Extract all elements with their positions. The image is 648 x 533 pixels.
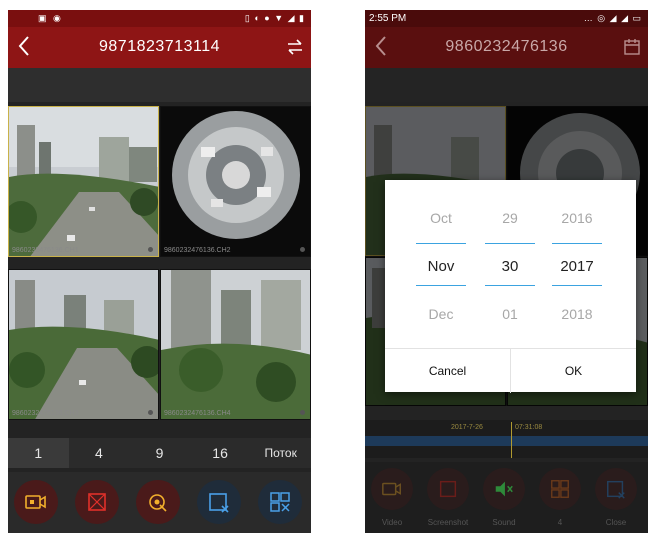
cancel-button[interactable]: Cancel [385, 349, 510, 393]
split-selector: 1 4 9 16 Поток [8, 438, 311, 468]
split-option-4[interactable]: 4 [69, 438, 130, 468]
camera-tile-ch1[interactable]: 986023247613​6.CH1 [8, 106, 159, 257]
video-record-icon [25, 495, 46, 509]
notification-icons: ▣ ◉ [38, 13, 63, 23]
title-bar: 9871823713114 [8, 27, 311, 68]
video-button[interactable] [371, 468, 413, 510]
playback-screen: 2:55 PM … ◎ ◢ ◢ ▭ 9860232476136 2017-7-2… [365, 10, 648, 533]
year-prev[interactable]: 2016 [547, 210, 607, 226]
device-title: 9871823713114 [99, 38, 220, 55]
title-bar: 9860232476136 [365, 27, 648, 68]
close-window-button[interactable] [197, 480, 241, 524]
close-button[interactable] [595, 468, 637, 510]
split-option-1[interactable]: 1 [8, 438, 69, 468]
playback-timeline[interactable]: 2017-7-26 07:31:08 [365, 420, 648, 458]
split-label: 4 [557, 518, 563, 527]
camera-feed-image [9, 107, 158, 256]
split-option-9[interactable]: 9 [129, 438, 190, 468]
picker-divider [552, 285, 602, 286]
month-picker[interactable]: Oct Nov Dec [411, 180, 471, 348]
video-label: Video [381, 518, 403, 527]
camera-grid: 986023247613​6.CH1 9860232476136.CH2 [8, 106, 311, 420]
system-icons: ▯ ◐ ● ▼ ◢ ▮ [244, 13, 305, 23]
camera-caption: 986023247613​6.CH1 [12, 247, 79, 254]
month-next[interactable]: Dec [411, 306, 471, 322]
timeline-track[interactable] [365, 436, 648, 446]
camera-tile-ch2[interactable]: 9860232476136.CH2 [160, 106, 311, 257]
close-all-button[interactable] [258, 480, 302, 524]
live-view-screen: ▣ ◉ ▯ ◐ ● ▼ ◢ ▮ 9871823713114 9860232476… [8, 10, 311, 533]
month-prev[interactable]: Oct [411, 210, 471, 226]
dialog-buttons: Cancel OK [385, 348, 636, 393]
camera-caption: 9860232476136.CH4 [164, 410, 231, 417]
screenshot-button[interactable] [427, 468, 469, 510]
screenshot-label: Screenshot [427, 518, 469, 527]
picker-divider [552, 243, 602, 244]
picker-divider [485, 285, 535, 286]
close-window-icon [209, 493, 229, 513]
day-picker[interactable]: 29 30 01 [480, 180, 540, 348]
picker-divider [416, 285, 466, 286]
video-record-icon [382, 482, 401, 496]
calendar-icon[interactable] [622, 37, 642, 57]
status-bar: 2:55 PM … ◎ ◢ ◢ ▭ [365, 10, 648, 27]
system-icons: … ◎ ◢ ◢ ▭ [583, 13, 642, 23]
camera-tile-ch3[interactable]: 9860232476136.CH3 [8, 269, 159, 420]
status-bar: ▣ ◉ ▯ ◐ ● ▼ ◢ ▮ [8, 10, 311, 27]
year-current[interactable]: 2017 [547, 258, 607, 275]
timeline-date: 2017-7-26 [451, 424, 483, 431]
camera-feed-image [161, 270, 310, 419]
device-title: 9860232476136 [445, 38, 568, 55]
date-picker-dialog: Oct Nov Dec 29 30 01 2016 2017 2018 Canc… [385, 180, 636, 393]
screenshot-icon [88, 493, 106, 511]
timeline-time: 07:31:08 [515, 424, 543, 431]
camera-caption: 9860232476136.CH3 [12, 410, 79, 417]
speaker-icon [495, 481, 513, 497]
record-status-dot [148, 410, 153, 415]
sub-header-bar [8, 68, 311, 102]
year-picker[interactable]: 2016 2017 2018 [547, 180, 607, 348]
close-window-icon [607, 480, 625, 499]
status-time: 2:55 PM [369, 13, 407, 24]
picker-divider [485, 243, 535, 244]
action-toolbar [8, 472, 311, 533]
year-next[interactable]: 2018 [547, 306, 607, 322]
close-label: Close [605, 518, 627, 527]
screenshot-icon [439, 480, 457, 498]
timeline-cursor[interactable] [511, 422, 512, 458]
record-button[interactable] [14, 480, 58, 524]
screenshot-button[interactable] [75, 480, 119, 524]
record-status-dot [148, 247, 153, 252]
record-status-dot [300, 247, 305, 252]
sound-label: Sound [492, 518, 516, 527]
camera-feed-image [161, 107, 310, 256]
sound-button[interactable] [483, 468, 525, 510]
camera-caption: 9860232476136.CH2 [164, 247, 231, 254]
day-prev[interactable]: 29 [480, 210, 540, 226]
split-option-16[interactable]: 16 [190, 438, 251, 468]
picker-divider [416, 243, 466, 244]
action-toolbar: Video Screenshot Sound 4 Close [365, 462, 648, 533]
split-four-button[interactable] [539, 468, 581, 510]
sub-header-bar [365, 68, 648, 102]
ok-button[interactable]: OK [511, 349, 636, 393]
month-current[interactable]: Nov [411, 258, 471, 275]
day-current[interactable]: 30 [480, 258, 540, 275]
talk-icon [149, 494, 167, 512]
switch-arrows-icon[interactable] [285, 37, 305, 57]
stream-option[interactable]: Поток [250, 438, 311, 468]
record-status-dot [300, 410, 305, 415]
close-all-icon [270, 492, 290, 512]
camera-feed-image [9, 270, 158, 419]
grid-four-icon [551, 480, 569, 498]
talk-button[interactable] [136, 480, 180, 524]
camera-tile-ch4[interactable]: 9860232476136.CH4 [160, 269, 311, 420]
day-next[interactable]: 01 [480, 306, 540, 322]
